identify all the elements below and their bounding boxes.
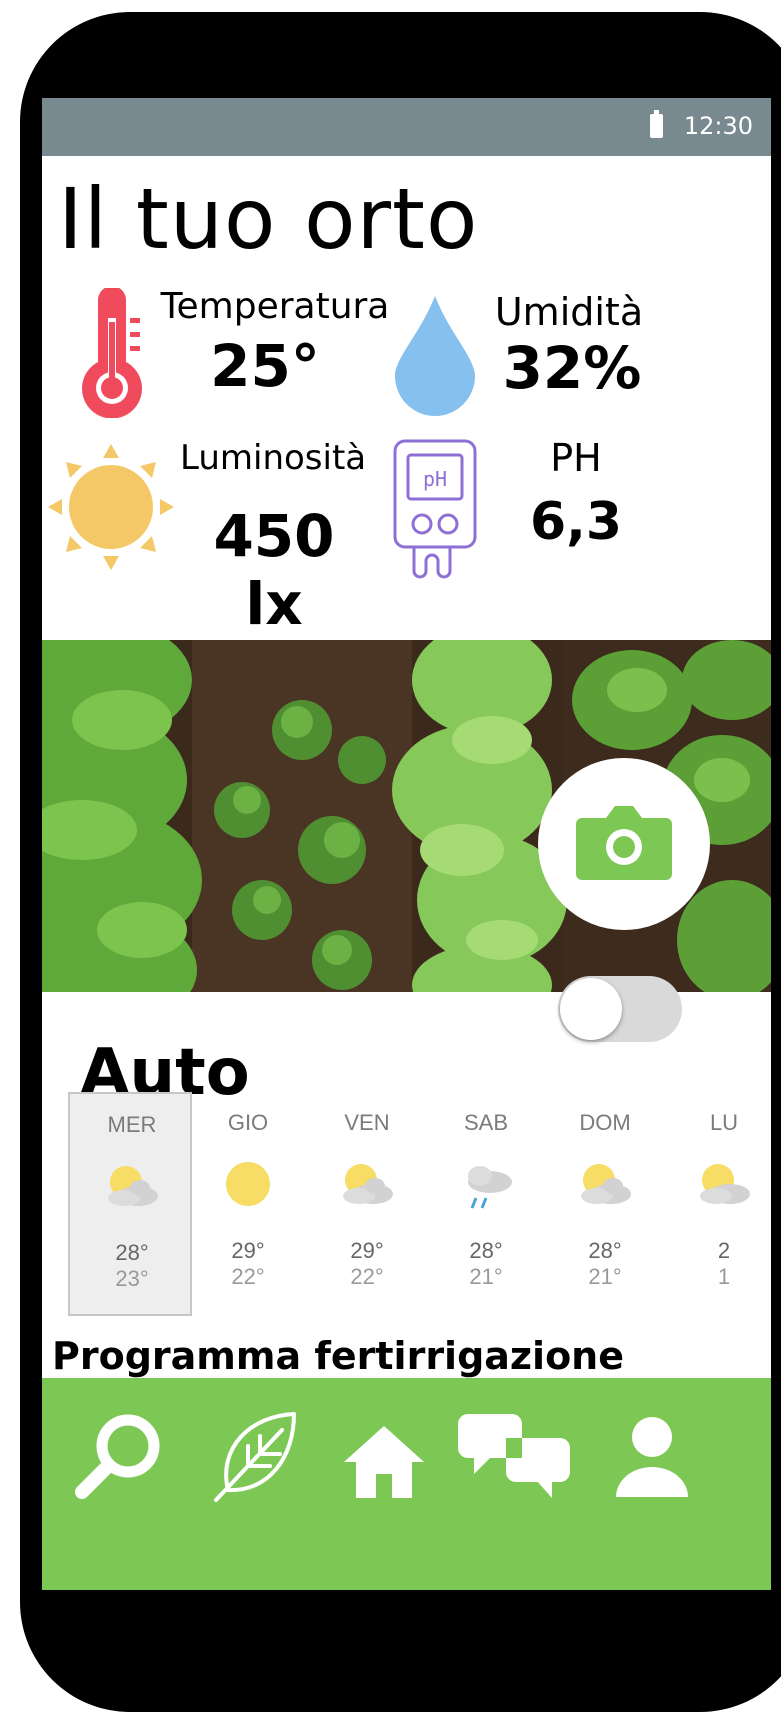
forecast-day-name: VEN (344, 1110, 390, 1135)
forecast-high: 29° (350, 1238, 384, 1263)
sunny-icon (226, 1162, 270, 1206)
leaf-icon (214, 1412, 296, 1502)
nav-leaf[interactable] (210, 1396, 300, 1516)
weather-forecast: MER 28° 23° GIO 29° 22° VEN 29° 22° SAB … (42, 1086, 771, 1321)
partly-cloudy-icon (700, 1164, 750, 1204)
forecast-day-name: SAB (463, 1110, 509, 1135)
nav-chat[interactable] (456, 1396, 576, 1516)
user-icon (616, 1417, 688, 1497)
forecast-high: 2 (717, 1238, 731, 1263)
forecast-day-0[interactable]: MER 28° 23° (68, 1092, 192, 1316)
ph-label: PH (550, 436, 602, 480)
chat-icon-gap (506, 1438, 522, 1458)
status-time: 12:30 (683, 112, 753, 140)
forecast-low: 23° (115, 1266, 149, 1291)
forecast-day-name: DOM (579, 1110, 631, 1135)
toggle-thumb (560, 978, 622, 1040)
status-bar: 12:30 (42, 98, 771, 156)
forecast-low: 1 (717, 1264, 731, 1289)
rain-icon (468, 1166, 512, 1209)
camera-button[interactable] (538, 758, 710, 930)
thermometer-icon (82, 288, 142, 418)
water-drop-icon (395, 296, 475, 416)
nav-search[interactable] (70, 1396, 170, 1516)
nav-home[interactable] (342, 1402, 426, 1522)
camera-icon (576, 806, 672, 880)
app-screen: 12:30 Il tuo orto Temperatura 25° Umidit… (42, 98, 771, 1590)
forecast-high: 28° (588, 1238, 622, 1263)
ph-value: 6,3 (529, 492, 623, 552)
forecast-day-2[interactable]: VEN 29° 22° (305, 1092, 429, 1316)
home-icon (344, 1426, 424, 1498)
temperature-label: Temperatura (160, 286, 390, 327)
forecast-day-5[interactable]: LU 2 1 (662, 1092, 771, 1316)
forecast-day-name: GIO (227, 1110, 269, 1135)
light-value: 450 lx (213, 502, 335, 638)
forecast-high: 28° (115, 1240, 149, 1265)
forecast-day-4[interactable]: DOM 28° 21° (543, 1092, 667, 1316)
program-title: Programma fertirrigazione (52, 1334, 625, 1378)
forecast-day-name: LU (709, 1110, 739, 1135)
light-label: Luminosità (180, 438, 367, 478)
nav-profile[interactable] (612, 1398, 692, 1518)
forecast-low: 22° (231, 1264, 265, 1289)
forecast-low: 21° (469, 1264, 503, 1289)
forecast-day-name: MER (107, 1112, 157, 1137)
battery-icon (650, 110, 663, 138)
forecast-high: 29° (231, 1238, 265, 1263)
partly-cloudy-icon (108, 1166, 158, 1206)
partly-cloudy-icon (581, 1164, 631, 1204)
forecast-low: 21° (588, 1264, 622, 1289)
humidity-value: 32% (502, 334, 642, 402)
search-icon (75, 1414, 160, 1499)
ph-meter-icon: pH (393, 439, 477, 579)
sun-icon (48, 444, 174, 570)
humidity-label: Umidità (494, 290, 644, 334)
forecast-day-1[interactable]: GIO 29° 22° (186, 1092, 310, 1316)
forecast-low: 22° (350, 1264, 384, 1289)
page-title: Il tuo orto (58, 170, 479, 268)
auto-toggle[interactable] (552, 970, 682, 1048)
partly-cloudy-icon (343, 1164, 393, 1204)
svg-text:pH: pH (423, 467, 447, 491)
temperature-value: 25° (210, 332, 320, 400)
bottom-navbar (42, 1378, 771, 1590)
forecast-day-3[interactable]: SAB 28° 21° (424, 1092, 548, 1316)
forecast-high: 28° (469, 1238, 503, 1263)
